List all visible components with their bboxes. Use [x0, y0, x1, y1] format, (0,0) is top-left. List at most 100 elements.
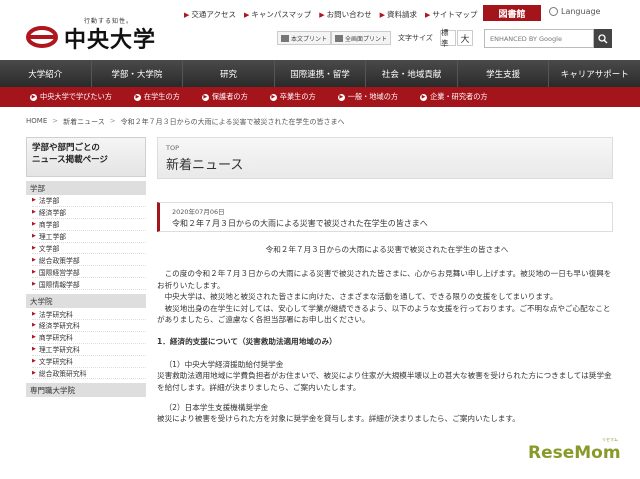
chevron-right-icon: > [52, 117, 59, 125]
sidebar-item-grad-economics[interactable]: ▶ 経済学研究科 [32, 320, 146, 332]
sidebar-title: 学部や部門ごとの ニュース掲載ページ [26, 137, 146, 177]
article-title: 令和２年７月３日からの大雨による災害で被災された在学生の皆さまへ [265, 245, 509, 254]
sidebar-item-global-informatics[interactable]: ▶ 国際情報学部 [32, 278, 146, 291]
article-paragraph-3: 被災地出身の在学生に対しては、安心して学業が継続できるよう、以下のような支援を行… [157, 303, 611, 325]
sidebar-list-faculties: ▶ 法学部 ▶ 経済学部 ▶ 商学部 ▶ 理工学部 ▶ 文学部 ▶ 総合政策学部 ▶ 国際経営… [26, 195, 146, 291]
nav-item-student-support[interactable]: 学生支援 [458, 60, 550, 87]
arrow-right-icon: ▶ [32, 245, 36, 251]
search-button[interactable] [594, 29, 612, 48]
sidebar-item-economics[interactable]: ▶ 経済学部 [32, 207, 146, 219]
language-label: Language [561, 7, 601, 16]
main-nav: 大学紹介 学部・大学院 研究 国際連携・留学 社会・地域貢献 学生支援 キャリア… [0, 60, 640, 87]
arrow-right-icon: ▶ [269, 93, 277, 101]
arrow-right-icon: ▶ [420, 93, 428, 101]
university-logo[interactable]: 行動する知性。 中央大学 [24, 16, 174, 53]
subsection-title-1: （1）中央大学経済援助給付奨学金 [164, 359, 284, 369]
article-paragraph-1: この度の令和２年７月３日からの大雨による災害で被災された皆さまに、心からお見舞い… [157, 269, 612, 290]
subsection-text-1: 災害救助法適用地域に学費負担者がお住まいで、被災により住家が大規模半壊以上の甚大… [157, 371, 612, 392]
section-heading-financial-support: 1．経済的支援について（災害救助法適用地域のみ） [157, 337, 337, 347]
arrow-right-icon: ▶ [133, 93, 141, 101]
search-icon [598, 33, 608, 43]
sidebar-item-grad-commerce[interactable]: ▶ 商学研究科 [32, 332, 146, 344]
nav-item-research[interactable]: 研究 [183, 60, 275, 87]
sidebar-item-letters[interactable]: ▶ 文学部 [32, 243, 146, 255]
sidebar-heading-professional-graduate: 専門職大学院 [26, 383, 146, 398]
arrow-right-icon: ▶ [319, 10, 325, 19]
sidebar: 学部や部門ごとの ニュース掲載ページ 学部 ▶ 法学部 ▶ 経済学部 ▶ 商学部 ▶ 理… [26, 137, 146, 479]
arrow-right-icon: ▶ [32, 197, 36, 204]
nav-item-about[interactable]: 大学紹介 [0, 60, 92, 87]
audience-alumni[interactable]: ▶ 卒業生の方 [248, 92, 316, 102]
arrow-right-icon: ▶ [32, 310, 36, 317]
news-date: 2020年07月06日 [172, 208, 225, 216]
breadcrumb: HOME > 新着ニュース > 令和２年７月３日からの大雨による災害で被災された… [26, 117, 344, 127]
sidebar-heading-faculties: 学部 [26, 181, 146, 195]
arrow-right-icon: ▶ [30, 93, 37, 101]
font-size-label: 文字サイズ [398, 34, 433, 42]
sidebar-item-grad-policy-studies[interactable]: ▶ 総合政策研究科 [32, 368, 146, 380]
print-full-button[interactable]: 全画面プリント [331, 31, 392, 45]
top-link-access[interactable]: ▶ 交通アクセス [184, 9, 236, 20]
library-button[interactable]: 図書館 [483, 5, 541, 21]
logo-university-name: 中央大学 [64, 28, 157, 53]
arrow-right-icon: ▶ [32, 268, 36, 275]
page-title: 新着ニュース [166, 158, 244, 173]
arrow-right-icon: ▶ [32, 256, 36, 263]
audience-prospective[interactable]: ▶ 中央大学で学びたい方 [0, 92, 112, 102]
printer-icon [335, 34, 343, 42]
emblem-icon [26, 26, 58, 48]
arrow-right-icon: ▶ [32, 370, 36, 377]
sidebar-heading-graduate: 大学院 [26, 294, 146, 309]
chevron-right-icon: > [109, 117, 116, 125]
audience-public[interactable]: ▶ 一般・地域の方 [316, 92, 398, 102]
breadcrumb-news[interactable]: 新着ニュース [63, 117, 105, 127]
arrow-right-icon: ▶ [184, 10, 190, 19]
nav-item-career[interactable]: キャリアサポート [549, 60, 640, 87]
font-size-large-button[interactable]: 大 [457, 30, 473, 46]
nav-item-international[interactable]: 国際連携・留学 [275, 60, 367, 87]
print-text-button[interactable]: 本文プリント [277, 31, 332, 45]
sidebar-item-grad-letters[interactable]: ▶ 文学研究科 [32, 356, 146, 368]
printer-icon [281, 34, 289, 42]
arrow-right-icon: ▶ [32, 209, 36, 216]
sidebar-item-policy-studies[interactable]: ▶ 総合政策学部 [32, 254, 146, 267]
sidebar-item-law[interactable]: ▶ 法学部 [32, 195, 146, 207]
sidebar-item-grad-law[interactable]: ▶ 法学研究科 [32, 308, 146, 321]
audience-companies[interactable]: ▶ 企業・研究者の方 [398, 92, 488, 102]
sidebar-list-graduate: ▶ 法学研究科 ▶ 経済学研究科 ▶ 商学研究科 ▶ 理工学研究科 ▶ 文学研究科 ▶ 総合… [26, 308, 146, 380]
arrow-right-icon: ▶ [32, 280, 36, 287]
arrow-right-icon: ▶ [337, 93, 345, 101]
top-links: ▶ 交通アクセス ▶ キャンパスマップ ▶ お問い合わせ ▶ 資料請求 ▶ サイトマップ [184, 9, 477, 20]
arrow-right-icon: ▶ [32, 322, 36, 329]
audience-students[interactable]: ▶ 在学生の方 [112, 92, 180, 102]
top-link-campus-map[interactable]: ▶ キャンパスマップ [244, 9, 311, 20]
article-paragraph-2: 中央大学は、被災地と被災された皆さまに向けた、さまざまな活動を通して、できる限り… [164, 292, 558, 302]
arrow-right-icon: ▶ [201, 93, 209, 101]
arrow-right-icon: ▶ [32, 346, 36, 353]
top-link-request[interactable]: ▶ 資料請求 [380, 9, 417, 20]
audience-parents[interactable]: ▶ 保護者の方 [180, 92, 248, 102]
arrow-right-icon: ▶ [424, 10, 431, 19]
arrow-right-icon: ▶ [32, 233, 36, 240]
nav-item-faculties[interactable]: 学部・大学院 [92, 60, 184, 87]
top-link-sitemap[interactable]: ▶ サイトマップ [425, 9, 477, 20]
page-top-label: TOP [166, 144, 180, 152]
sidebar-item-grad-science-engineering[interactable]: ▶ 理工学研究科 [32, 344, 146, 356]
resemom-watermark: ReseMom リセマム [528, 437, 621, 463]
news-title: 令和２年７月３日からの大雨による災害で被災された在学生の皆さまへ [172, 219, 428, 228]
arrow-right-icon: ▶ [32, 358, 36, 365]
sidebar-item-science-engineering[interactable]: ▶ 理工学部 [32, 231, 146, 243]
top-link-contact[interactable]: ▶ お問い合わせ [319, 9, 371, 20]
breadcrumb-home[interactable]: HOME [26, 117, 47, 127]
audience-nav: ▶ 中央大学で学びたい方 ▶ 在学生の方 ▶ 保護者の方 ▶ 卒業生の方 ▶ 一般・地域の… [0, 87, 640, 107]
language-selector[interactable]: Language [549, 7, 600, 16]
subsection-text-2: 被災により被害を受けられた方を対象に奨学金を貸与します。詳細が決まりましたら、ご… [157, 414, 520, 424]
sidebar-item-commerce[interactable]: ▶ 商学部 [32, 219, 146, 231]
breadcrumb-current: 令和２年７月３日からの大雨による災害で被災された在学生の皆さまへ [120, 118, 345, 126]
search-input[interactable] [484, 29, 594, 48]
arrow-right-icon: ▶ [379, 10, 385, 19]
font-size-standard-button[interactable]: 標準 [440, 28, 456, 48]
nav-item-community[interactable]: 社会・地域貢献 [366, 60, 458, 87]
sidebar-item-global-management[interactable]: ▶ 国際経営学部 [32, 266, 146, 279]
page-header: TOP 新着ニュース [157, 137, 613, 179]
